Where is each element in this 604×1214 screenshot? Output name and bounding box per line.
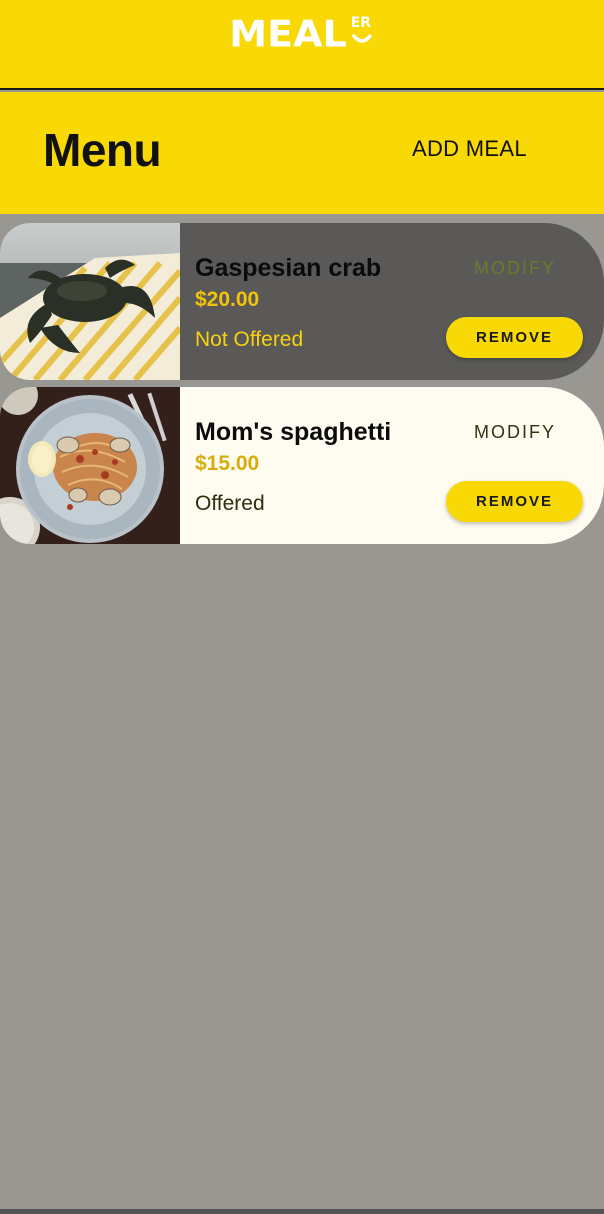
meal-price: $15.00: [195, 452, 260, 475]
meal-card-gaspesian-crab: Gaspesian crab $20.00 Not Offered MODIFY…: [0, 223, 604, 380]
app-logo: MEAL ER: [0, 14, 604, 54]
bottom-edge: [0, 1209, 604, 1214]
smile-icon: [351, 34, 372, 43]
page-title: Menu: [43, 124, 162, 176]
logo-text: MEAL: [229, 13, 347, 55]
modify-button[interactable]: MODIFY: [446, 422, 584, 443]
meal-status: Not Offered: [195, 328, 304, 351]
modify-button[interactable]: MODIFY: [446, 258, 584, 279]
menu-header: Menu ADD MEAL: [0, 92, 604, 214]
meal-card-moms-spaghetti: Mom's spaghetti $15.00 Offered MODIFY RE…: [0, 387, 604, 544]
meal-name: Mom's spaghetti: [195, 418, 392, 446]
meal-price: $20.00: [195, 288, 260, 311]
meal-status: Offered: [195, 492, 265, 515]
meal-name: Gaspesian crab: [195, 254, 382, 282]
spaghetti-photo: [0, 387, 180, 544]
logo-suffix: ER: [349, 14, 375, 48]
app-logo-bar: MEAL ER: [0, 0, 604, 90]
crab-photo: [0, 223, 180, 380]
add-meal-button[interactable]: ADD MEAL: [412, 136, 527, 162]
remove-button[interactable]: REMOVE: [446, 317, 583, 358]
remove-button[interactable]: REMOVE: [446, 481, 583, 522]
